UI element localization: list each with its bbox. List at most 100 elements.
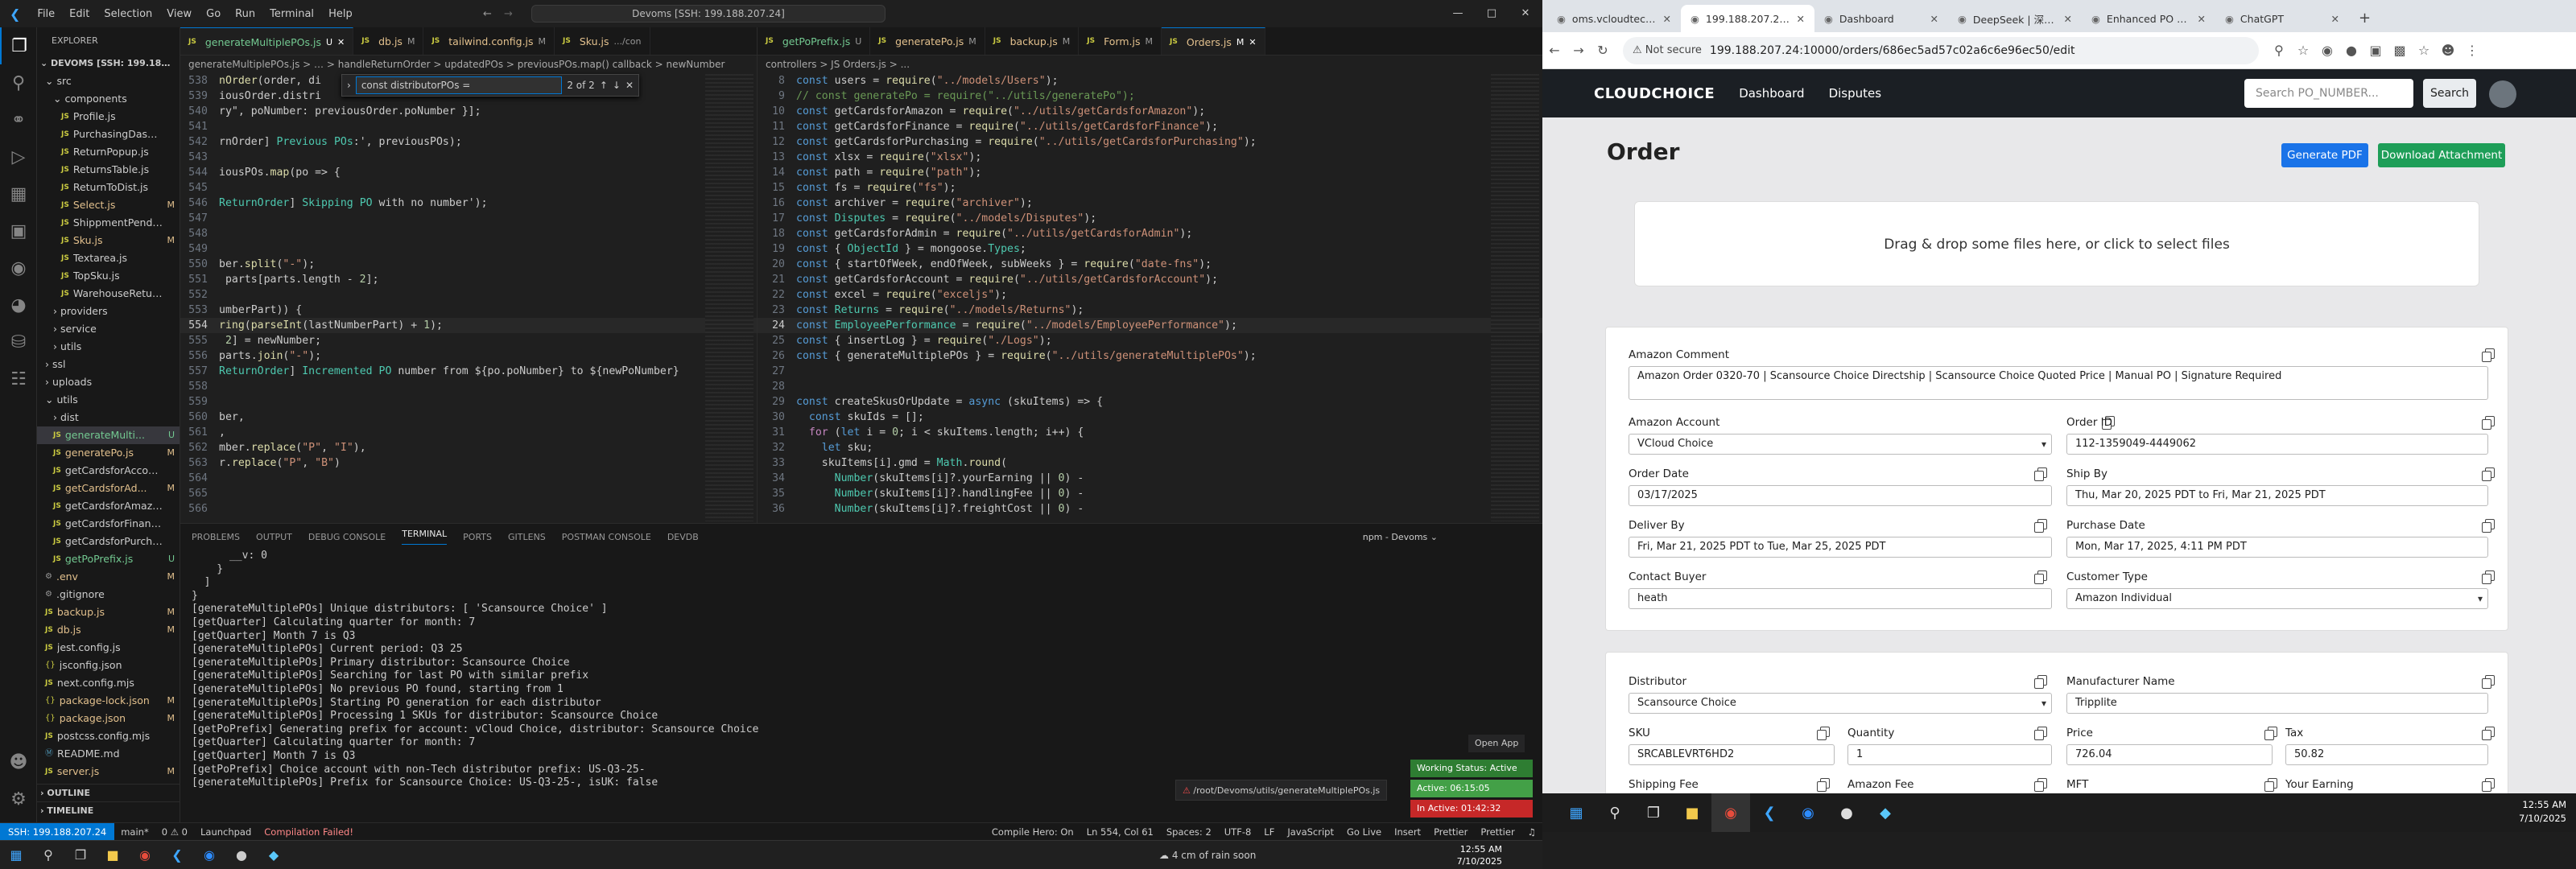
copy-icon[interactable]	[2264, 778, 2277, 792]
prettier-status[interactable]: Prettier	[1427, 826, 1474, 838]
chrome-icon[interactable]: ◉	[129, 842, 161, 868]
file-item[interactable]: JSShippmentPending...	[37, 214, 180, 232]
code-line[interactable]: 17 const Disputes = require("../models/Di…	[758, 211, 1542, 226]
copy-icon[interactable]	[2034, 467, 2047, 481]
gitlens-icon[interactable]: ◉	[0, 249, 37, 286]
code-line[interactable]: 566	[180, 501, 757, 517]
code-line[interactable]: 547	[180, 211, 757, 226]
code-line[interactable]: 556 parts.join("-");	[180, 348, 757, 364]
file-item[interactable]: JSgetCardsforPurchasi...	[37, 533, 180, 550]
compile-hero[interactable]: Compile Hero: On	[985, 826, 1080, 838]
tab-debug-console[interactable]: DEBUG CONSOLE	[308, 532, 386, 542]
app-icon-2[interactable]: ◆	[258, 842, 290, 868]
editor-tab[interactable]: JS db.js M	[353, 27, 424, 55]
branch-indicator[interactable]: main*	[114, 826, 155, 838]
folder-item[interactable]: › providers	[37, 303, 180, 320]
code-line[interactable]: 9 // const generatePo = require("../utils…	[758, 89, 1542, 104]
arrow-up-icon[interactable]: ↑	[600, 80, 608, 91]
code-line[interactable]: 559	[180, 394, 757, 410]
code-line[interactable]: 543	[180, 150, 757, 165]
customer-type-select[interactable]: Amazon Individual	[2066, 588, 2488, 609]
code-line[interactable]: 555 2] = newNumber;	[180, 333, 757, 348]
code-line[interactable]: 12 const getCardsforPurchasing = require(…	[758, 134, 1542, 150]
order-id-field[interactable]: 112-1359049-4449062	[2066, 434, 2488, 455]
editor-tab[interactable]: JS generatePo.js M	[870, 27, 985, 55]
system-clock[interactable]: 12:55 AM 7/10/2025	[1457, 843, 1502, 867]
avatar[interactable]	[2489, 80, 2516, 108]
open-app-button[interactable]: Open App	[1468, 735, 1525, 752]
terminal-selector[interactable]: npm - Devoms ⌄	[1363, 532, 1438, 542]
docker-icon[interactable]: ☷	[0, 360, 37, 397]
extensions-puzzle-icon[interactable]: ☆	[2412, 43, 2436, 58]
zoom-icon[interactable]: ◉	[1789, 793, 1827, 832]
chevron-right-icon[interactable]: ›	[347, 80, 351, 91]
editor-tab[interactable]: JS Orders.js M ✕	[1162, 27, 1265, 55]
encoding[interactable]: UTF-8	[1218, 826, 1258, 838]
code-line[interactable]: 26 const { generateMultiplePOs } = requir…	[758, 348, 1542, 364]
terminal-output[interactable]: __v: 0 } ]} [generateMultiplePOs] Unique …	[180, 550, 1542, 790]
file-item[interactable]: JSgetCardsforAmazon.js	[37, 497, 180, 515]
code-line[interactable]: 18 const getCardsforAdmin = require("../u…	[758, 226, 1542, 241]
new-tab-icon[interactable]: +	[2349, 5, 2380, 32]
code-line[interactable]: 11 const getCardsforFinance = require("..…	[758, 119, 1542, 134]
code-line[interactable]: 16 const archiver = require("archiver");	[758, 196, 1542, 211]
menu-edit[interactable]: Edit	[62, 8, 97, 20]
file-item[interactable]: JS TopSku.js	[37, 267, 180, 285]
tab-terminal[interactable]: TERMINAL	[402, 529, 448, 545]
code-line[interactable]: 31 for (let i = 0; i < skuItems.length; …	[758, 425, 1542, 440]
settings-gear-icon[interactable]: ⚙	[0, 780, 37, 818]
file-item[interactable]: JS getCardsforAd... M	[37, 480, 180, 497]
copy-icon[interactable]	[2482, 570, 2495, 584]
browser-tab[interactable]: ◉ 199.188.207.24:10... ✕	[1681, 5, 1814, 32]
code-line[interactable]: 548	[180, 226, 757, 241]
close-tab-icon[interactable]: ✕	[2198, 13, 2206, 25]
copy-icon[interactable]	[2482, 467, 2495, 481]
file-item[interactable]: JS server.js M	[37, 763, 180, 780]
file-item[interactable]: JS generatePo.js M	[37, 444, 180, 462]
copy-icon[interactable]	[2482, 675, 2495, 689]
windows-start-icon[interactable]: ▦	[1557, 793, 1596, 832]
file-item[interactable]: JS Sku.js M	[37, 232, 180, 249]
notification-toast[interactable]: ⚠ /root/Devoms/utils/generateMultiplePOs…	[1175, 780, 1388, 801]
file-item[interactable]: JS ReturnPopup.js	[37, 143, 180, 161]
file-item[interactable]: JS generateMulti... U	[37, 426, 180, 444]
deliver-by-field[interactable]: Fri, Mar 21, 2025 PDT to Tue, Mar 25, 20…	[1629, 537, 2052, 558]
folder-item[interactable]: ⌄ components	[37, 90, 180, 108]
file-item[interactable]: {} jsconfig.json	[37, 657, 180, 674]
browser-tab[interactable]: ◉ Enhanced PO Gen... ✕	[2082, 5, 2215, 32]
file-item[interactable]: JS next.config.mjs	[37, 674, 180, 692]
code-line[interactable]: 552	[180, 287, 757, 303]
copy-icon[interactable]	[2034, 519, 2047, 533]
outline-section[interactable]: › OUTLINE	[37, 784, 180, 801]
manufacturer-field[interactable]: Tripplite	[2066, 693, 2488, 714]
folder-item[interactable]: › service	[37, 320, 180, 338]
copy-icon[interactable]	[2034, 570, 2047, 584]
eol[interactable]: LF	[1257, 826, 1281, 838]
editor-tab[interactable]: JS generateMultiplePOs.js U ✕	[180, 27, 354, 56]
close-icon[interactable]: ✕	[1509, 0, 1542, 27]
command-center[interactable]: Devoms [SSH: 199.188.207.24]	[531, 5, 886, 23]
workspace-root[interactable]: ⌄ DEVOMS [SSH: 199.188.20...	[37, 55, 180, 72]
zoom-icon[interactable]: ⚲	[2267, 43, 2291, 58]
code-line[interactable]: 542 rnOrder] Previous POs:', previousPOs)…	[180, 134, 757, 150]
copy-icon[interactable]	[2264, 727, 2277, 740]
code-line[interactable]: 546 ReturnOrder] Skipping PO with no numb…	[180, 196, 757, 211]
folder-item[interactable]: ⌄ utils	[37, 391, 180, 409]
forward-icon[interactable]: →	[1567, 43, 1591, 58]
folder-item[interactable]: ⌄ src	[37, 72, 180, 90]
extension-icon[interactable]: ◉	[2315, 43, 2339, 58]
close-tab-icon[interactable]: ✕	[2064, 13, 2072, 25]
code-line[interactable]: 562 mber.replace("P", "I"),	[180, 440, 757, 455]
code-line[interactable]: 27	[758, 364, 1542, 379]
code-line[interactable]: 15 const fs = require("fs");	[758, 180, 1542, 196]
browser-tab[interactable]: ◉ ChatGPT ✕	[2215, 5, 2349, 32]
file-item[interactable]: ⚙ .gitignore	[37, 586, 180, 603]
sku-field[interactable]: SRCABLEVRT6HD2	[1629, 744, 1835, 765]
file-item[interactable]: JSPurchasingDashbo...	[37, 126, 180, 143]
close-icon[interactable]: ✕	[625, 80, 634, 91]
minimize-icon[interactable]: —	[1441, 0, 1475, 27]
code-line[interactable]: 32 let sku;	[758, 440, 1542, 455]
copy-icon[interactable]	[2482, 727, 2495, 740]
close-tab-icon[interactable]: ✕	[337, 28, 345, 56]
back-icon[interactable]: ←	[1542, 43, 1567, 58]
